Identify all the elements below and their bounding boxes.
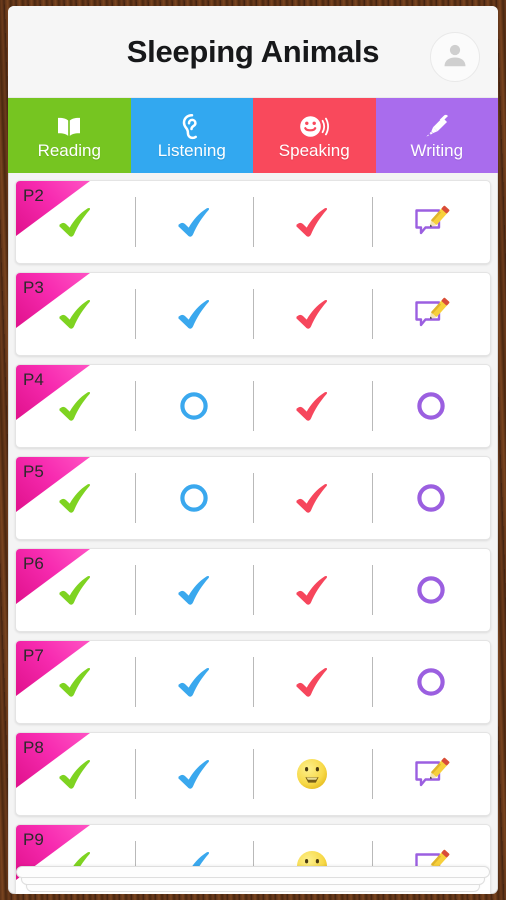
circle-icon: [408, 567, 454, 613]
tab-writing-label: Writing: [410, 141, 464, 160]
check-icon: [52, 383, 98, 429]
open-book-icon: [54, 110, 84, 140]
status-cell-speaking[interactable]: [253, 273, 372, 355]
status-cell-speaking[interactable]: [253, 549, 372, 631]
check-icon: [289, 199, 335, 245]
check-icon: [52, 475, 98, 521]
check-icon: [52, 291, 98, 337]
device-wood-frame: Sleeping Animals Reading Listening Speak…: [0, 0, 506, 900]
circle-icon: [408, 475, 454, 521]
status-cell-listening[interactable]: [134, 549, 254, 631]
table-row[interactable]: P7: [15, 640, 491, 724]
check-icon: [289, 383, 335, 429]
status-cell-reading[interactable]: [16, 365, 135, 447]
table-row[interactable]: P5: [15, 456, 491, 540]
tab-reading[interactable]: Reading: [8, 98, 131, 173]
circle-icon: [171, 383, 217, 429]
table-row[interactable]: P2: [15, 180, 491, 264]
status-cell-listening[interactable]: [134, 641, 254, 723]
app-screen: Sleeping Animals Reading Listening Speak…: [8, 6, 498, 894]
circle-icon: [408, 659, 454, 705]
ear-icon: [179, 110, 205, 140]
status-cell-reading[interactable]: [16, 457, 135, 539]
status-cell-writing[interactable]: [371, 273, 491, 355]
tab-speaking[interactable]: Speaking: [253, 98, 376, 173]
status-cell-reading[interactable]: [16, 273, 135, 355]
check-icon: [289, 475, 335, 521]
check-icon: [289, 291, 335, 337]
page-title: Sleeping Animals: [126, 33, 380, 69]
table-row[interactable]: P6: [15, 548, 491, 632]
table-row[interactable]: P8: [15, 732, 491, 816]
profile-avatar-button[interactable]: [430, 32, 480, 82]
note-icon: [408, 199, 454, 245]
progress-row-list[interactable]: P2 P3 P4 P5 P6 P7 P8 P9: [8, 173, 498, 894]
card-stack-decoration: [8, 866, 498, 894]
tab-reading-label: Reading: [37, 141, 101, 160]
note-icon: [408, 291, 454, 337]
check-icon: [171, 291, 217, 337]
check-icon: [52, 659, 98, 705]
note-icon: [408, 751, 454, 797]
table-row[interactable]: P3: [15, 272, 491, 356]
tab-writing[interactable]: Writing: [375, 98, 498, 173]
app-header: Sleeping Animals: [8, 6, 498, 98]
status-cell-writing[interactable]: [371, 549, 491, 631]
status-cell-writing[interactable]: [371, 457, 491, 539]
skill-tab-bar: Reading Listening Speaking Writing: [8, 98, 498, 173]
check-icon: [171, 659, 217, 705]
status-cell-speaking[interactable]: [253, 365, 372, 447]
status-cell-writing[interactable]: [371, 641, 491, 723]
status-cell-reading[interactable]: [16, 733, 135, 815]
circle-icon: [171, 475, 217, 521]
status-cell-speaking[interactable]: [253, 733, 372, 815]
status-cell-speaking[interactable]: [253, 457, 372, 539]
smiley-speaking-icon: [297, 110, 331, 140]
status-cell-listening[interactable]: [134, 365, 254, 447]
table-row[interactable]: P4: [15, 364, 491, 448]
tab-listening-label: Listening: [157, 141, 226, 160]
check-icon: [52, 567, 98, 613]
status-cell-writing[interactable]: [371, 733, 491, 815]
status-cell-listening[interactable]: [134, 273, 254, 355]
check-icon: [289, 659, 335, 705]
person-avatar-icon: [440, 40, 470, 75]
status-cell-listening[interactable]: [134, 181, 254, 263]
check-icon: [171, 751, 217, 797]
check-icon: [289, 567, 335, 613]
fountain-pen-icon: [422, 110, 452, 140]
status-cell-speaking[interactable]: [253, 181, 372, 263]
status-cell-writing[interactable]: [371, 181, 491, 263]
tab-speaking-label: Speaking: [278, 141, 350, 160]
check-icon: [52, 199, 98, 245]
check-icon: [52, 751, 98, 797]
status-cell-reading[interactable]: [16, 549, 135, 631]
status-cell-listening[interactable]: [134, 733, 254, 815]
check-icon: [171, 567, 217, 613]
status-cell-reading[interactable]: [16, 641, 135, 723]
stack-sheet-1: [16, 866, 490, 878]
emoji-icon: [289, 751, 335, 797]
status-cell-speaking[interactable]: [253, 641, 372, 723]
status-cell-writing[interactable]: [371, 365, 491, 447]
check-icon: [171, 199, 217, 245]
circle-icon: [408, 383, 454, 429]
tab-listening[interactable]: Listening: [130, 98, 253, 173]
status-cell-listening[interactable]: [134, 457, 254, 539]
status-cell-reading[interactable]: [16, 181, 135, 263]
